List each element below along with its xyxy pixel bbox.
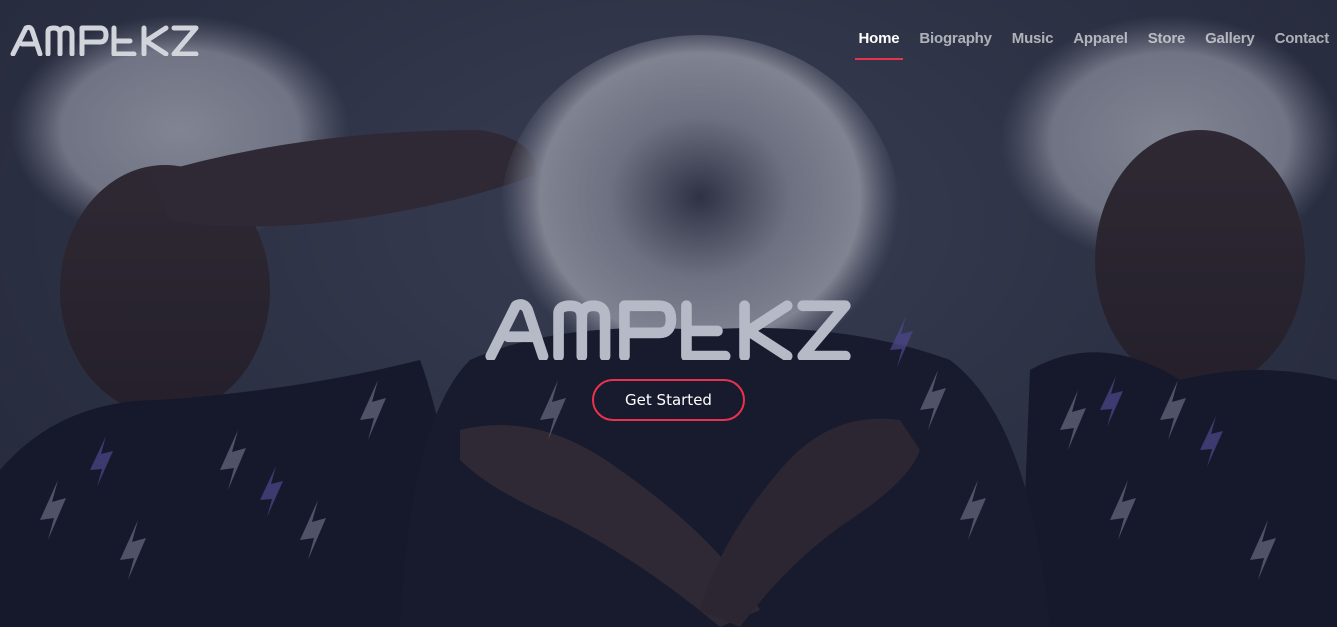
nav-link-home[interactable]: Home bbox=[859, 30, 900, 47]
site-header: AMPEKZ bbox=[0, 0, 1337, 78]
hero-logo bbox=[485, 299, 851, 360]
nav-item-biography: Biography bbox=[909, 28, 1001, 64]
brand-name: AMPEKZ bbox=[0, 0, 1, 1]
nav-item-home: Home bbox=[849, 28, 910, 64]
nav-link-gallery[interactable]: Gallery bbox=[1205, 30, 1255, 47]
nav-item-store: Store bbox=[1138, 28, 1195, 64]
get-started-button[interactable]: Get Started bbox=[592, 379, 745, 421]
nav-item-music: Music bbox=[1002, 28, 1064, 64]
nav-link-contact[interactable]: Contact bbox=[1275, 30, 1330, 47]
nav-item-apparel: Apparel bbox=[1063, 28, 1137, 64]
nav-item-contact: Contact bbox=[1265, 28, 1330, 64]
hero-section: AMPEKZ bbox=[0, 0, 1337, 627]
nav-link-store[interactable]: Store bbox=[1148, 30, 1186, 47]
brand-logo bbox=[10, 24, 199, 56]
nav-link-apparel[interactable]: Apparel bbox=[1073, 30, 1128, 47]
nav-link-music[interactable]: Music bbox=[1012, 30, 1054, 47]
nav-item-gallery: Gallery bbox=[1195, 28, 1264, 64]
main-nav: Home Biography Music Apparel Store Galle… bbox=[849, 28, 1329, 64]
nav-link-biography[interactable]: Biography bbox=[919, 30, 992, 47]
